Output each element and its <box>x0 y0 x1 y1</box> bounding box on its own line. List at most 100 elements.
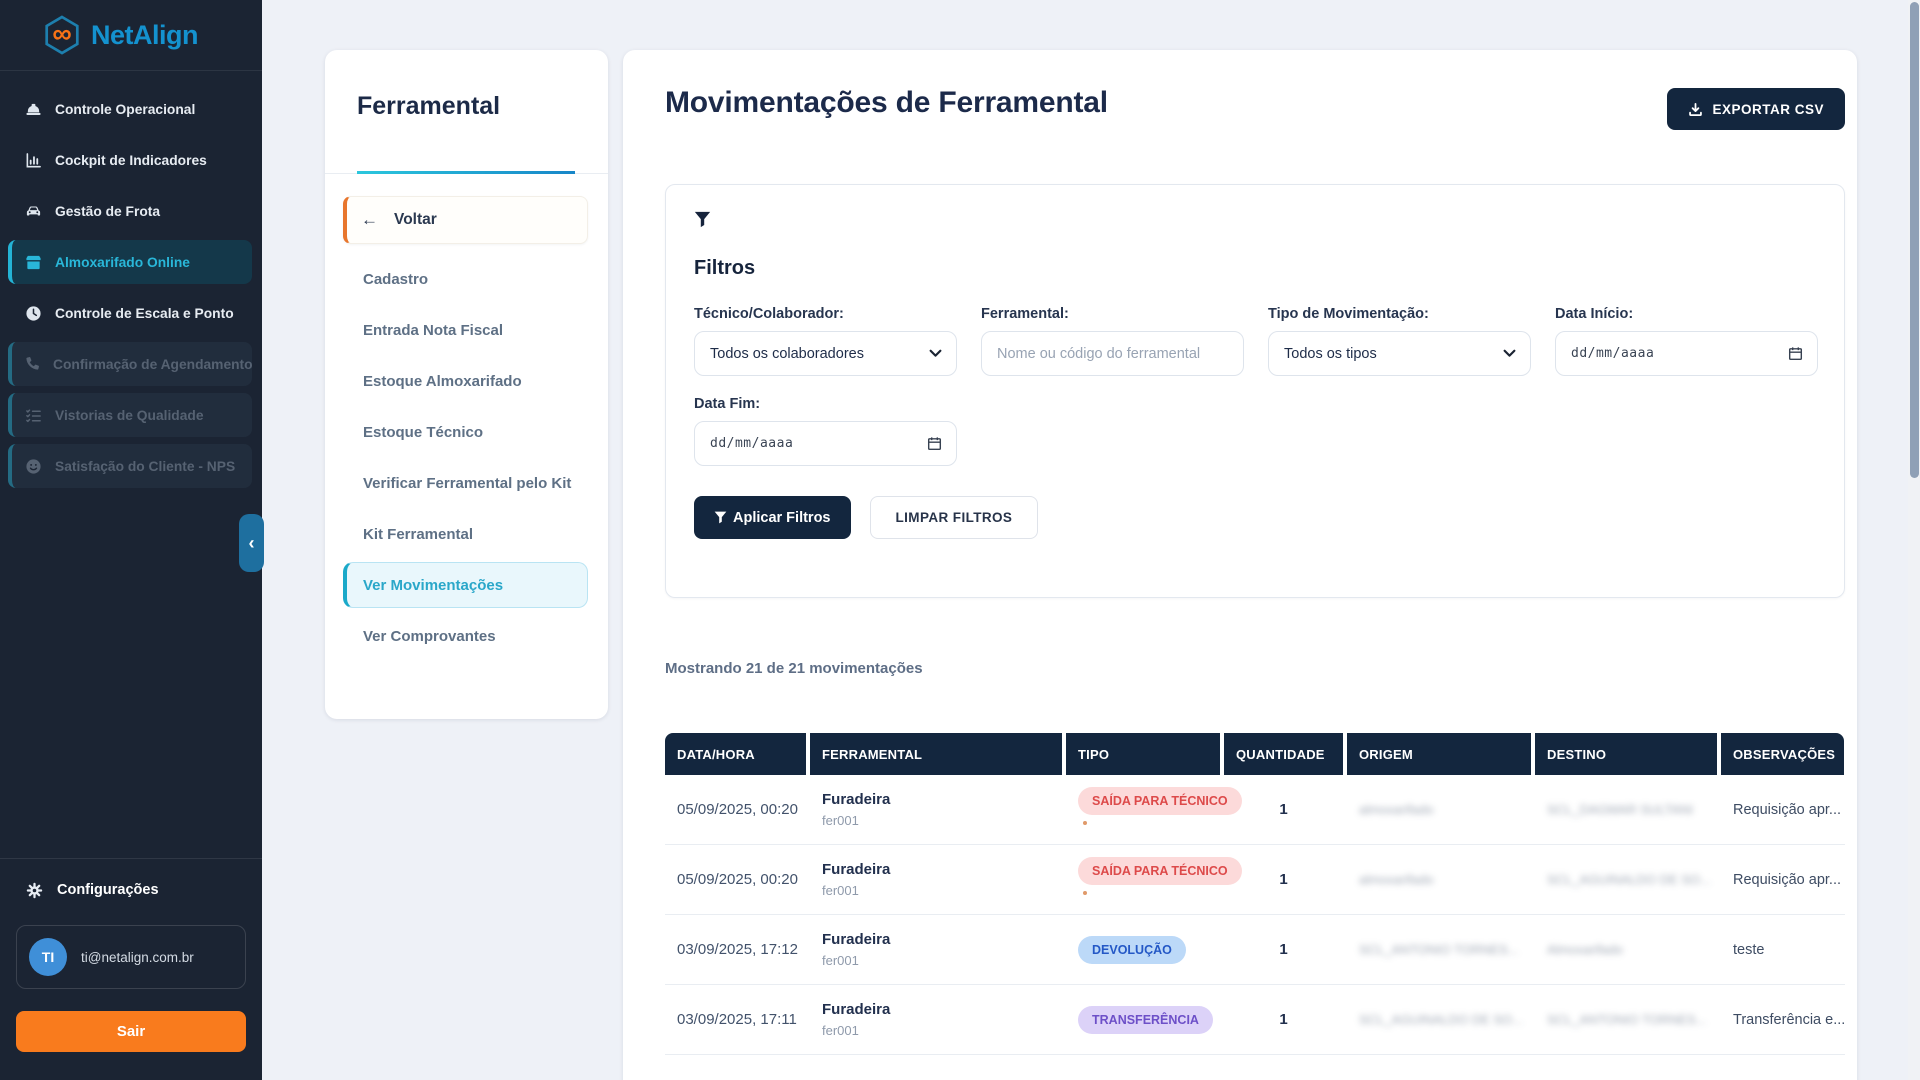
filter-icon <box>714 511 727 524</box>
hardhat-icon <box>24 101 42 118</box>
sidebar-item-cockpit-de-indicadores[interactable]: Cockpit de Indicadores <box>8 138 252 182</box>
ferramental-input[interactable] <box>981 331 1244 376</box>
redacted-destination: SCL_ANTONIO TORNES... <box>1547 1012 1707 1027</box>
box-icon <box>24 254 42 271</box>
column-header-tipo: TIPO <box>1066 733 1220 775</box>
sidebar-item-vistorias-de-qualidade: Vistorias de Qualidade <box>8 393 252 437</box>
filters-panel: Filtros Técnico/Colaborador: Todos os co… <box>665 184 1845 598</box>
netalign-logo-icon: ∞ <box>44 15 80 55</box>
cell-origem: almoxarifado <box>1347 871 1531 889</box>
phone-icon <box>24 356 40 372</box>
toolnav-item-kit-ferramental[interactable]: Kit Ferramental <box>343 511 588 557</box>
data-inicio-label: Data Início: <box>1555 306 1818 322</box>
redacted-origin: almoxarifado <box>1359 872 1433 887</box>
data-fim-label: Data Fim: <box>694 396 957 412</box>
user-card[interactable]: TI ti@netalign.com.br <box>16 925 246 989</box>
filter-icon <box>694 211 711 228</box>
export-csv-button[interactable]: EXPORTAR CSV <box>1667 88 1845 130</box>
apply-filters-button[interactable]: Aplicar Filtros <box>694 496 851 539</box>
sidebar-item-label: Controle de Escala e Ponto <box>55 306 234 321</box>
checklist-icon <box>24 407 42 424</box>
arrow-left-icon: ← <box>361 210 378 230</box>
chevron-down-icon <box>1503 349 1516 358</box>
toolnav-panel: Ferramental ← Voltar Cadastro Entrada Not… <box>325 50 608 719</box>
redacted-destination: Almoxarifado <box>1547 942 1623 957</box>
toolnav-item-ver-movimentacoes[interactable]: Ver Movimentações <box>343 562 588 608</box>
cell-ferramental: Furadeira fer001 <box>810 1001 1062 1038</box>
cell-origem: almoxarifado <box>1347 801 1531 819</box>
redacted-origin: SCL_AGUINALDO DE SO... <box>1359 1012 1523 1027</box>
tool-name: Furadeira <box>822 1001 1062 1018</box>
tecnico-select[interactable]: Todos os colaboradores <box>694 331 957 376</box>
filters-grid: Técnico/Colaborador: Todos os colaborado… <box>694 306 1816 466</box>
cell-tipo: TRANSFERÊNCIA <box>1066 1006 1220 1034</box>
cell-quantidade: 1 <box>1224 941 1343 958</box>
filters-heading: Filtros <box>694 257 1816 280</box>
column-header-quantidade: QUANTIDADE <box>1224 733 1343 775</box>
note-dot <box>1083 821 1087 825</box>
sidebar-item-almoxarifado-online[interactable]: Almoxarifado Online <box>8 240 252 284</box>
cell-ferramental: Furadeirafer001 <box>810 791 1062 828</box>
data-inicio-input[interactable]: dd/mm/aaaa <box>1555 331 1818 376</box>
tipo-select[interactable]: Todos os tipos <box>1268 331 1531 376</box>
tool-code: fer001 <box>822 813 1062 828</box>
accent-bar <box>357 171 575 174</box>
cell-destino: SCL_DAGMAR SULTANI <box>1535 801 1717 819</box>
cell-tipo: SAÍDA PARA TÉCNICO <box>1066 787 1220 833</box>
movement-type-badge: TRANSFERÊNCIA <box>1078 1006 1213 1034</box>
back-label: Voltar <box>394 211 437 229</box>
toolnav-item-estoque-tecnico[interactable]: Estoque Técnico <box>343 409 588 455</box>
toolnav-item-ver-comprovantes[interactable]: Ver Comprovantes <box>343 613 588 659</box>
clear-filters-button[interactable]: LIMPAR FILTROS <box>870 496 1039 539</box>
download-icon <box>1688 102 1703 117</box>
tipo-label: Tipo de Movimentação: <box>1268 306 1531 322</box>
sidebar-item-label: Vistorias de Qualidade <box>55 408 204 423</box>
sidebar-item-label: Cockpit de Indicadores <box>55 153 207 168</box>
tool-code: fer001 <box>822 1023 1062 1038</box>
ferramental-field: Ferramental: <box>981 306 1244 376</box>
table-row: 05/09/2025, 00:20 Furadeira fer001 SAÍDA PA… <box>665 845 1845 915</box>
sidebar: ∞ NetAlign Controle Operacional Cockpit d… <box>0 0 262 1080</box>
gear-icon <box>26 882 43 899</box>
tool-code: fer001 <box>822 883 1062 898</box>
cell-datetime: 05/09/2025, 00:20 <box>665 871 806 888</box>
sidebar-item-controle-de-escala-e-ponto[interactable]: Controle de Escala e Ponto <box>8 291 252 335</box>
toolnav-item-estoque-almoxarifado[interactable]: Estoque Almoxarifado <box>343 358 588 404</box>
ferramental-label: Ferramental: <box>981 306 1244 322</box>
sidebar-collapse-button[interactable]: ‹ <box>239 514 264 572</box>
redacted-destination: SCL_AGUINALDO DE SO... <box>1547 872 1711 887</box>
toolnav-item-cadastro[interactable]: Cadastro <box>343 256 588 302</box>
sidebar-item-controle-operacional[interactable]: Controle Operacional <box>8 87 252 131</box>
toolnav-title: Ferramental <box>357 92 576 121</box>
chevron-left-icon: ‹ <box>249 533 255 554</box>
movement-type-badge: SAÍDA PARA TÉCNICO <box>1078 857 1242 885</box>
cell-quantidade: 1 <box>1224 871 1343 888</box>
note-dot <box>1083 891 1087 895</box>
export-csv-label: EXPORTAR CSV <box>1712 102 1824 117</box>
filters-actions: Aplicar Filtros LIMPAR FILTROS <box>694 496 1816 539</box>
redacted-origin: SCL_ANTONIO TORNES... <box>1359 942 1519 957</box>
table-header: DATA/HORAFERRAMENTALTIPOQUANTIDADEORIGEM… <box>665 733 1845 775</box>
user-email: ti@netalign.com.br <box>81 950 194 965</box>
back-button[interactable]: ← Voltar <box>343 196 588 244</box>
tool-name: Furadeira <box>822 861 1062 878</box>
toolnav-item-verificar-ferramental-pelo-kit[interactable]: Verificar Ferramental pelo Kit <box>343 460 588 506</box>
tool-code: fer001 <box>822 953 1062 968</box>
cell-destino: SCL_AGUINALDO DE SO... <box>1535 871 1717 889</box>
sidebar-item-gestao-de-frota[interactable]: Gestão de Frota <box>8 189 252 233</box>
table-row: 03/09/2025, 17:11Furadeirafer001TRANSFER… <box>665 985 1845 1055</box>
sidebar-item-configuracoes[interactable]: Configurações <box>16 871 246 909</box>
scrollbar-thumb[interactable] <box>1910 2 1919 478</box>
infinity-glyph: ∞ <box>52 20 71 47</box>
column-header-origem: ORIGEM <box>1347 733 1531 775</box>
toolnav-item-entrada-nota-fiscal[interactable]: Entrada Nota Fiscal <box>343 307 588 353</box>
date-placeholder: dd/mm/aaaa <box>710 436 793 451</box>
brand: ∞ NetAlign <box>0 0 262 71</box>
logout-button[interactable]: Sair <box>16 1011 246 1052</box>
data-fim-input[interactable]: dd/mm/aaaa <box>694 421 957 466</box>
app: ∞ NetAlign Controle Operacional Cockpit d… <box>0 0 1920 1080</box>
movement-type-badge: DEVOLUÇÃO <box>1078 936 1186 964</box>
page-scrollbar[interactable] <box>1908 0 1920 1080</box>
movements-table: DATA/HORAFERRAMENTALTIPOQUANTIDADEORIGEM… <box>665 733 1845 1055</box>
tipo-field: Tipo de Movimentação: Todos os tipos <box>1268 306 1531 376</box>
